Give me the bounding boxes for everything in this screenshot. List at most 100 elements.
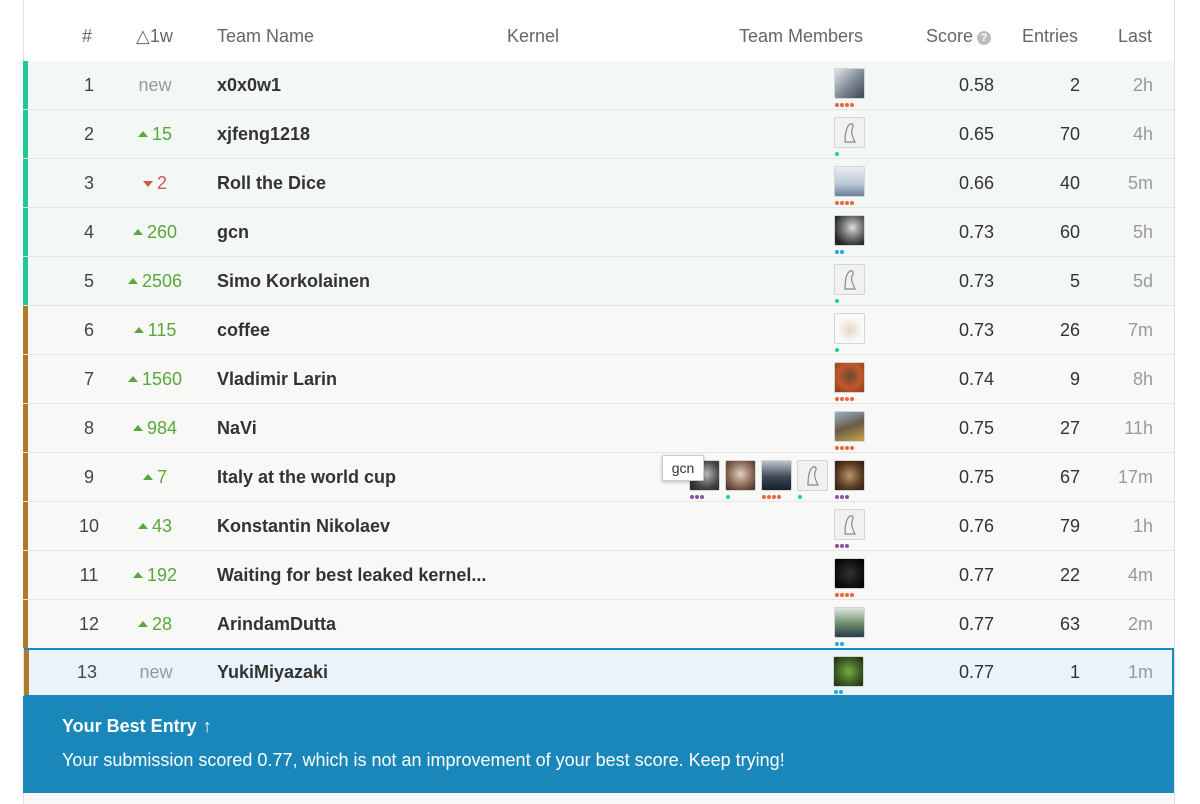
table-row[interactable]: 11 192 Waiting for best leaked kernel...… [23, 551, 1174, 600]
avatar[interactable] [833, 656, 864, 687]
avatar[interactable] [725, 460, 756, 491]
last-submission: 7m [1127, 320, 1153, 340]
team-name[interactable]: Roll the Dice [217, 159, 326, 207]
score: 0.73 [958, 320, 994, 340]
rank-change-value: 260 [146, 222, 178, 242]
arrow-up-icon[interactable]: ↑ [203, 716, 212, 737]
rank: 6 [83, 320, 94, 340]
entries: 79 [1059, 516, 1080, 536]
last-submission: 4m [1127, 565, 1153, 585]
avatar[interactable] [761, 460, 792, 491]
avatar[interactable] [834, 362, 865, 393]
avatar[interactable] [834, 117, 865, 148]
avatar[interactable] [834, 460, 865, 491]
team-name[interactable]: xjfeng1218 [217, 110, 310, 158]
team-name[interactable]: gcn [217, 208, 249, 256]
team-name[interactable]: Italy at the world cup [217, 453, 396, 501]
avatar[interactable] [834, 558, 865, 589]
medal-stripe [23, 159, 28, 207]
last-submission: 2m [1127, 614, 1153, 634]
table-row[interactable]: 9 7 Italy at the world cup 0.75 67 17m [23, 453, 1174, 502]
banner-title-text[interactable]: Your Best Entry [62, 716, 197, 736]
avatar[interactable] [797, 460, 828, 491]
team-name[interactable]: NaVi [217, 404, 257, 452]
avatar[interactable] [834, 607, 865, 638]
score: 0.76 [958, 516, 994, 536]
medal-stripe [23, 551, 28, 599]
last-submission: 4h [1132, 124, 1153, 144]
avatar[interactable] [834, 215, 865, 246]
table-row[interactable]: 3 2 Roll the Dice 0.66 40 5m [23, 159, 1174, 208]
avatar[interactable] [834, 313, 865, 344]
rank-change: new [109, 61, 201, 109]
team-name[interactable]: Simo Korkolainen [217, 257, 370, 305]
tier-dots [835, 544, 850, 548]
team-name[interactable]: Vladimir Larin [217, 355, 337, 403]
header-entries[interactable]: Entries [1022, 26, 1078, 47]
table-row[interactable]: 2 15 xjfeng1218 0.65 70 4h [23, 110, 1174, 159]
tier-dots [835, 152, 840, 156]
tier-dots [835, 103, 855, 107]
header-rank[interactable]: # [82, 26, 92, 47]
leaderboard: # △1w Team Name Kernel Team Members Scor… [23, 0, 1175, 804]
team-name[interactable]: ArindamDutta [217, 600, 336, 648]
table-row[interactable]: 6 115 coffee 0.73 26 7m [23, 306, 1174, 355]
rank-change-value: 28 [151, 614, 173, 634]
avatar[interactable] [834, 166, 865, 197]
rank-change-value: 115 [147, 320, 177, 340]
help-icon[interactable]: ? [977, 31, 992, 45]
last-submission: 8h [1132, 369, 1153, 389]
entries: 1 [1069, 662, 1080, 682]
arrow-up-icon [132, 229, 143, 235]
table-row[interactable]: 1 new x0x0w1 0.58 2 2h [23, 61, 1174, 110]
table-row[interactable]: 4 260 gcn 0.73 60 5h [23, 208, 1174, 257]
arrow-down-icon [142, 181, 153, 187]
team-name[interactable]: x0x0w1 [217, 61, 281, 109]
table-row[interactable]: 12 28 ArindamDutta 0.77 63 2m [23, 600, 1174, 649]
team-name[interactable]: Konstantin Nikolaev [217, 502, 390, 550]
last-submission: 2h [1132, 75, 1153, 95]
rank-change: 192 [109, 551, 201, 599]
medal-stripe [23, 208, 28, 256]
banner-title[interactable]: Your Best Entry ↑ [62, 716, 212, 737]
member-tooltip: gcn [662, 455, 704, 481]
rank: 8 [83, 418, 94, 438]
table-row[interactable]: 8 984 NaVi 0.75 27 11h [23, 404, 1174, 453]
avatar[interactable] [834, 509, 865, 540]
avatar[interactable] [834, 264, 865, 295]
entries: 26 [1059, 320, 1080, 340]
table-row[interactable]: 5 2506 Simo Korkolainen 0.73 5 5d [23, 257, 1174, 306]
rank: 1 [83, 75, 94, 95]
tier-dots [835, 495, 850, 499]
header-score-label[interactable]: Score [926, 26, 973, 46]
table-row-my-entry[interactable]: 13 new YukiMiyazaki 0.77 1 1m [24, 648, 1174, 697]
rank: 12 [78, 614, 100, 634]
rank-change-value: new [138, 75, 172, 95]
leaderboard-header: # △1w Team Name Kernel Team Members Scor… [24, 0, 1174, 62]
avatar[interactable] [834, 411, 865, 442]
team-name[interactable]: Waiting for best leaked kernel... [217, 551, 486, 599]
entries: 67 [1059, 467, 1080, 487]
avatar[interactable] [834, 68, 865, 99]
last-submission: 5h [1132, 222, 1153, 242]
header-kernel[interactable]: Kernel [507, 26, 559, 47]
team-name[interactable]: YukiMiyazaki [217, 650, 328, 698]
last-submission: 1m [1127, 662, 1153, 682]
table-row[interactable]: 10 43 Konstantin Nikolaev 0.76 79 1h [23, 502, 1174, 551]
header-team-members: Team Members [739, 26, 864, 46]
score: 0.77 [958, 614, 994, 634]
table-row[interactable]: 7 1560 Vladimir Larin 0.74 9 8h [23, 355, 1174, 404]
rank-change-value: 984 [146, 418, 178, 438]
medal-stripe [23, 502, 28, 550]
score: 0.75 [958, 418, 994, 438]
header-delta[interactable]: △1w [136, 26, 173, 47]
header-team-name[interactable]: Team Name [217, 26, 314, 47]
team-name[interactable]: coffee [217, 306, 270, 354]
header-last[interactable]: Last [1118, 26, 1152, 47]
tier-dots [835, 250, 845, 254]
entries: 27 [1059, 418, 1080, 438]
rank-change: 2506 [109, 257, 201, 305]
rank-change-value: new [139, 662, 173, 682]
header-score[interactable]: Score? [926, 26, 992, 47]
rank-change: 28 [109, 600, 201, 648]
